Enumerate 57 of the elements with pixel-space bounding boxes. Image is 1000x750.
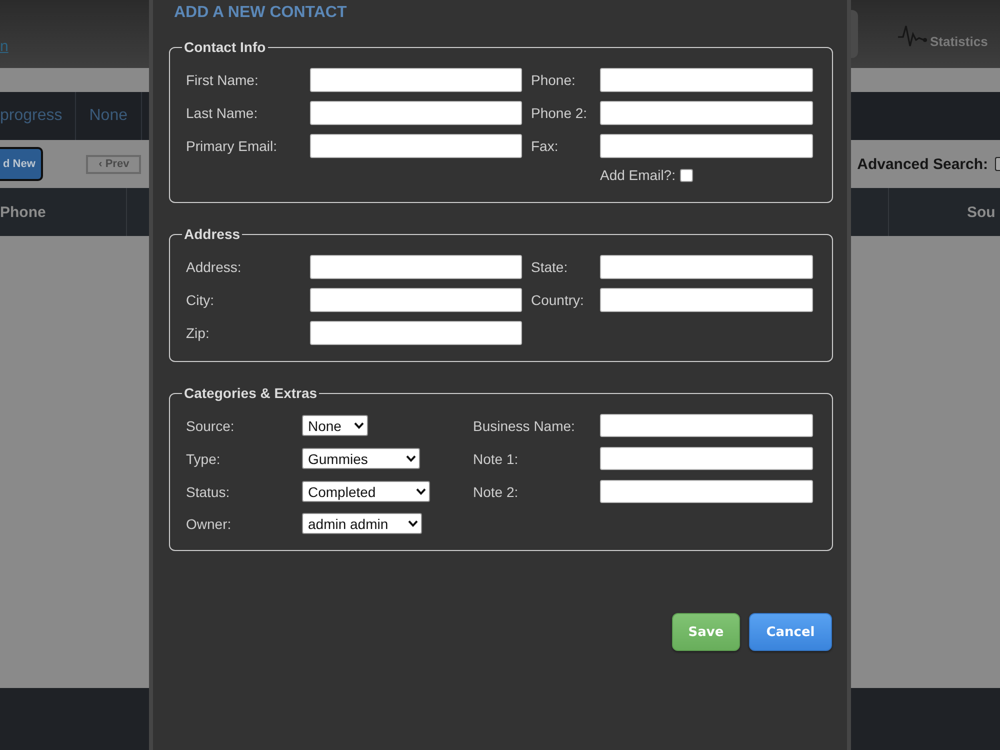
text-input[interactable] — [600, 414, 813, 437]
field-label: Add Email?: — [600, 167, 676, 183]
section-legend: Categories & Extras — [182, 385, 320, 401]
field-label: Last Name: — [186, 105, 258, 121]
field-label: Primary Email: — [186, 138, 278, 154]
text-input[interactable] — [600, 134, 813, 158]
statistics-link[interactable]: Statistics — [898, 24, 1000, 48]
field-label: Business Name: — [473, 418, 575, 434]
dropdown[interactable]: None — [302, 415, 368, 436]
add-new-button[interactable]: d New — [0, 147, 44, 181]
chevron-icon — [406, 455, 416, 462]
field-label: Owner: — [186, 516, 232, 532]
chevron-icon — [408, 520, 418, 527]
text-input[interactable] — [310, 101, 522, 125]
dialog-title: ADD A NEW CONTACT — [174, 3, 347, 23]
text-input[interactable] — [310, 288, 522, 312]
text-input[interactable] — [310, 68, 522, 92]
column-header: Phone — [0, 204, 46, 220]
field-label: Source: — [186, 418, 234, 434]
text-input[interactable] — [600, 255, 813, 279]
text-input[interactable] — [310, 321, 522, 345]
text-input[interactable] — [600, 480, 813, 503]
pulse-icon — [898, 24, 928, 48]
field-label: Address: — [186, 259, 242, 275]
field-label: Phone 2: — [531, 105, 588, 121]
text-input[interactable] — [600, 447, 813, 470]
field-label: Fax: — [531, 138, 558, 154]
field-label: Note 1: — [473, 450, 518, 466]
prev-button[interactable]: ‹ Prev — [86, 154, 142, 174]
cancel-button[interactable]: Cancel — [749, 613, 832, 651]
header-link[interactable]: n — [0, 39, 8, 55]
text-input[interactable] — [600, 288, 813, 312]
section-legend: Contact Info — [182, 39, 268, 55]
chevron-icon — [416, 488, 426, 495]
section-legend: Address — [182, 226, 242, 242]
text-input[interactable] — [600, 101, 813, 125]
dropdown[interactable]: Completed — [302, 481, 430, 502]
field-label: Status: — [186, 484, 230, 500]
field-label: Phone: — [531, 72, 576, 88]
field-label: City: — [186, 292, 214, 308]
text-input[interactable] — [310, 134, 522, 158]
dropdown[interactable]: Gummies — [302, 448, 420, 469]
save-button[interactable]: Save — [672, 613, 740, 651]
field-label: First Name: — [186, 72, 258, 88]
dropdown[interactable]: admin admin — [302, 513, 422, 534]
chevron-icon — [354, 422, 364, 429]
field-label: Note 2: — [473, 484, 518, 500]
field-label: Zip: — [186, 325, 210, 341]
column-header: Sou — [967, 204, 996, 220]
field-label: State: — [531, 259, 568, 275]
advanced-search-label: Advanced Search: — [857, 156, 988, 172]
text-input[interactable] — [310, 255, 522, 279]
field-label: Type: — [186, 450, 220, 466]
field-label: Country: — [531, 292, 584, 308]
advanced-search-checkbox[interactable] — [995, 157, 1000, 171]
checkbox[interactable] — [680, 168, 694, 182]
text-input[interactable] — [600, 68, 813, 92]
